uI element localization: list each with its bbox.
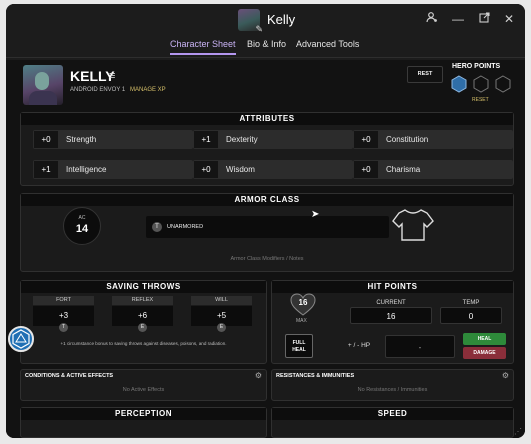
edit-pencil-icon[interactable]: ✎ xyxy=(255,25,263,34)
armor-class-title: ARMOR CLASS xyxy=(21,194,513,206)
damage-button[interactable]: DAMAGE xyxy=(463,347,506,359)
hero-points-title: HERO POINTS xyxy=(452,63,501,70)
hit-points-title: HIT POINTS xyxy=(272,281,513,293)
speed-title: SPEED xyxy=(272,408,513,420)
hp-temp-field[interactable]: 0 xyxy=(440,307,502,324)
ac-shield[interactable]: AC 14 xyxy=(63,207,101,245)
ac-value: 14 xyxy=(75,223,89,235)
full-heal-button[interactable]: FULL HEAL xyxy=(285,334,313,358)
save-label: REFLEX xyxy=(112,296,173,305)
attribute-mod: +0 xyxy=(194,161,218,178)
save-will[interactable]: WILL +5 E xyxy=(191,296,252,334)
tab-advanced-tools[interactable]: Advanced Tools xyxy=(296,39,359,49)
conditions-panel: CONDITIONS & ACTIVE EFFECTS ⚙ No Active … xyxy=(20,369,267,401)
tab-bio-info[interactable]: Bio & Info xyxy=(247,39,286,49)
window-avatar[interactable]: ✎ xyxy=(238,9,263,34)
hp-current-value: 16 xyxy=(386,312,396,321)
resistances-empty: No Resistances / Immunities xyxy=(357,387,428,393)
hp-temp-label: TEMP xyxy=(462,300,480,306)
attribute-dexterity[interactable]: +1 Dexterity xyxy=(193,130,353,149)
menu-icon[interactable]: ≡ xyxy=(109,70,115,82)
gear-icon[interactable]: ⚙ xyxy=(502,371,509,380)
attribute-wisdom[interactable]: +0 Wisdom xyxy=(193,160,353,179)
save-label: FORT xyxy=(33,296,94,305)
hp-temp-value: 0 xyxy=(468,312,474,321)
save-rank-badge: E xyxy=(138,323,147,332)
character-ancestry-class: ANDROID ENVOY 1 xyxy=(70,87,126,93)
hero-points-tracker xyxy=(451,75,511,93)
tab-bar: Character Sheet Bio & Info Advanced Tool… xyxy=(6,34,525,58)
attribute-mod: +0 xyxy=(34,131,58,148)
attribute-mod: +1 xyxy=(34,161,58,178)
mouse-cursor-icon: ➤ xyxy=(311,209,320,220)
close-icon[interactable]: ✕ xyxy=(501,11,517,27)
attribute-mod: +1 xyxy=(194,131,218,148)
window-title: Kelly xyxy=(267,12,296,27)
saving-throws-title: SAVING THROWS xyxy=(21,281,266,293)
saving-throws-panel: SAVING THROWS FORT +3 T REFLEX +6 E WILL… xyxy=(20,280,267,364)
attribute-name: Charisma xyxy=(386,165,421,174)
gear-icon[interactable]: ⚙ xyxy=(255,371,262,380)
character-name: KELLY xyxy=(70,68,115,84)
attribute-name: Wisdom xyxy=(226,165,255,174)
hp-adjust-value: - xyxy=(418,343,422,352)
shirt-icon[interactable] xyxy=(391,207,435,243)
hp-current-label: CURRENT xyxy=(376,300,406,306)
heal-button[interactable]: HEAL xyxy=(463,333,506,345)
attribute-name: Dexterity xyxy=(226,135,258,144)
attribute-mod: +0 xyxy=(354,161,378,178)
save-note: +1 circumstance bonus to saving throws a… xyxy=(60,341,227,346)
save-fortitude[interactable]: FORT +3 T xyxy=(33,296,94,334)
save-rank-badge: T xyxy=(59,323,68,332)
hp-max-value: 16 xyxy=(298,298,308,307)
save-label: WILL xyxy=(191,296,252,305)
hp-max-label: MAX xyxy=(296,318,307,324)
minimize-icon[interactable]: — xyxy=(450,11,466,27)
person-settings-icon[interactable] xyxy=(424,11,440,27)
hero-points-reset[interactable]: RESET xyxy=(472,97,489,103)
save-reflex[interactable]: REFLEX +6 E xyxy=(112,296,173,334)
hero-point-1 xyxy=(451,75,467,93)
conditions-empty: No Active Effects xyxy=(122,387,165,393)
attribute-name: Constitution xyxy=(386,135,429,144)
resistances-title: RESISTANCES & IMMUNITIES xyxy=(276,373,355,379)
armor-name: UNARMORED xyxy=(167,224,204,230)
attribute-charisma[interactable]: +0 Charisma xyxy=(353,160,513,179)
attribute-name: Intelligence xyxy=(66,165,107,174)
armor-slot[interactable]: T UNARMORED xyxy=(146,216,389,238)
attributes-panel: ATTRIBUTES +0 Strength +1 Dexterity +0 Cons… xyxy=(20,112,514,186)
sheet-content: KELLY ≡ ANDROID ENVOY 1 MANAGE XP REST H… xyxy=(6,60,525,438)
dice-roller-icon[interactable] xyxy=(8,326,34,352)
attribute-mod: +0 xyxy=(354,131,378,148)
resize-handle-icon[interactable]: ⋰ xyxy=(514,427,522,436)
hp-adjust-input[interactable]: - xyxy=(385,335,455,358)
manage-xp-link[interactable]: MANAGE XP xyxy=(130,87,166,93)
armor-rank-badge: T xyxy=(152,222,162,232)
attribute-strength[interactable]: +0 Strength xyxy=(33,130,193,149)
attribute-intelligence[interactable]: +1 Intelligence xyxy=(33,160,193,179)
tab-character-sheet[interactable]: Character Sheet xyxy=(170,39,236,55)
conditions-title: CONDITIONS & ACTIVE EFFECTS xyxy=(25,373,114,379)
perception-title: PERCEPTION xyxy=(21,408,266,420)
perception-panel: PERCEPTION xyxy=(20,407,267,438)
popout-icon[interactable] xyxy=(476,11,492,27)
hp-current-field[interactable]: 16 xyxy=(350,307,432,324)
attribute-constitution[interactable]: +0 Constitution xyxy=(353,130,513,149)
ac-notes[interactable]: Armor Class Modifiers / Notes xyxy=(21,256,513,262)
rest-button[interactable]: REST xyxy=(407,66,443,83)
speed-panel: SPEED xyxy=(271,407,514,438)
hero-point-2 xyxy=(473,75,489,93)
save-rank-badge: E xyxy=(217,323,226,332)
hit-points-panel: HIT POINTS 16 MAX CURRENT 16 TEMP 0 FULL… xyxy=(271,280,514,364)
hero-point-3 xyxy=(495,75,511,93)
ac-label: AC xyxy=(78,215,86,221)
armor-class-panel: ARMOR CLASS AC 14 T UNARMORED Armor Clas… xyxy=(20,193,514,272)
resistances-panel: RESISTANCES & IMMUNITIES ⚙ No Resistance… xyxy=(271,369,514,401)
attributes-title: ATTRIBUTES xyxy=(21,113,513,125)
attribute-name: Strength xyxy=(66,135,97,144)
window-titlebar[interactable]: ✎ Kelly — ✕ xyxy=(6,4,525,34)
character-sheet-window: ✎ Kelly — ✕ Character Sheet Bio & Info A… xyxy=(6,4,525,438)
character-portrait[interactable] xyxy=(23,65,63,105)
hp-adjust-label: + / - HP xyxy=(347,342,371,349)
